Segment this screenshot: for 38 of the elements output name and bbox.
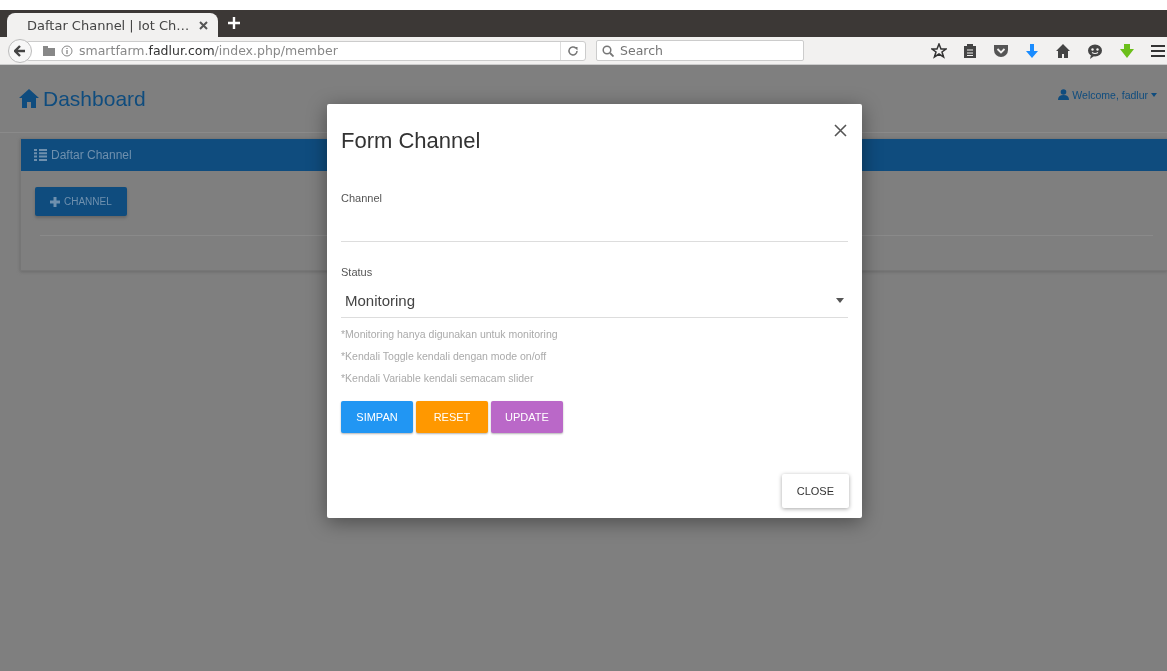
back-arrow-icon [14, 44, 26, 57]
close-icon[interactable] [834, 124, 847, 137]
user-icon [1058, 89, 1070, 100]
star-icon[interactable] [931, 42, 947, 59]
close-button[interactable]: CLOSE [781, 474, 849, 508]
info-icon [61, 44, 73, 57]
new-tab-icon[interactable] [228, 16, 241, 29]
caret-icon [1151, 92, 1157, 97]
chat-face-icon[interactable] [1087, 42, 1103, 59]
status-select[interactable]: Monitoring [341, 284, 848, 318]
list-icon [34, 149, 47, 161]
form-button[interactable]: SIMPAN [341, 401, 413, 433]
search-icon [602, 45, 614, 57]
home-icon[interactable] [1055, 42, 1071, 59]
menu-icon[interactable] [1151, 43, 1165, 58]
hint-text: *Kendali Variable kendali semacam slider [341, 371, 535, 386]
hint-text: *Monitoring hanya digunakan untuk monitoring [341, 327, 559, 342]
caret-icon [836, 298, 844, 303]
field-label: Channel [341, 192, 382, 204]
clipboard-icon[interactable] [963, 42, 977, 59]
browser-tab[interactable]: Daftar Channel | Iot Ch… [7, 13, 219, 37]
hint-text: *Kendali Toggle kendali dengan mode on/off [341, 349, 548, 364]
download-icon[interactable] [1025, 42, 1039, 59]
form-button[interactable]: RESET [416, 401, 488, 433]
field-label: Status [341, 266, 373, 278]
search-field[interactable]: Search [596, 40, 804, 61]
home-icon [19, 89, 39, 108]
panel-title: Daftar Channel [51, 148, 132, 162]
form-button[interactable]: UPDATE [491, 401, 563, 433]
reload-icon [567, 44, 579, 57]
modal-title: Form Channel [341, 128, 481, 153]
add-channel-button[interactable]: CHANNEL [35, 187, 127, 216]
plus-icon [50, 196, 60, 207]
brand-title[interactable]: Dashboard [43, 86, 146, 111]
pocket-icon[interactable] [993, 43, 1009, 58]
back-button[interactable] [8, 38, 32, 63]
close-icon[interactable] [199, 20, 209, 30]
user-menu[interactable]: Welcome, fadlur [1058, 88, 1157, 101]
